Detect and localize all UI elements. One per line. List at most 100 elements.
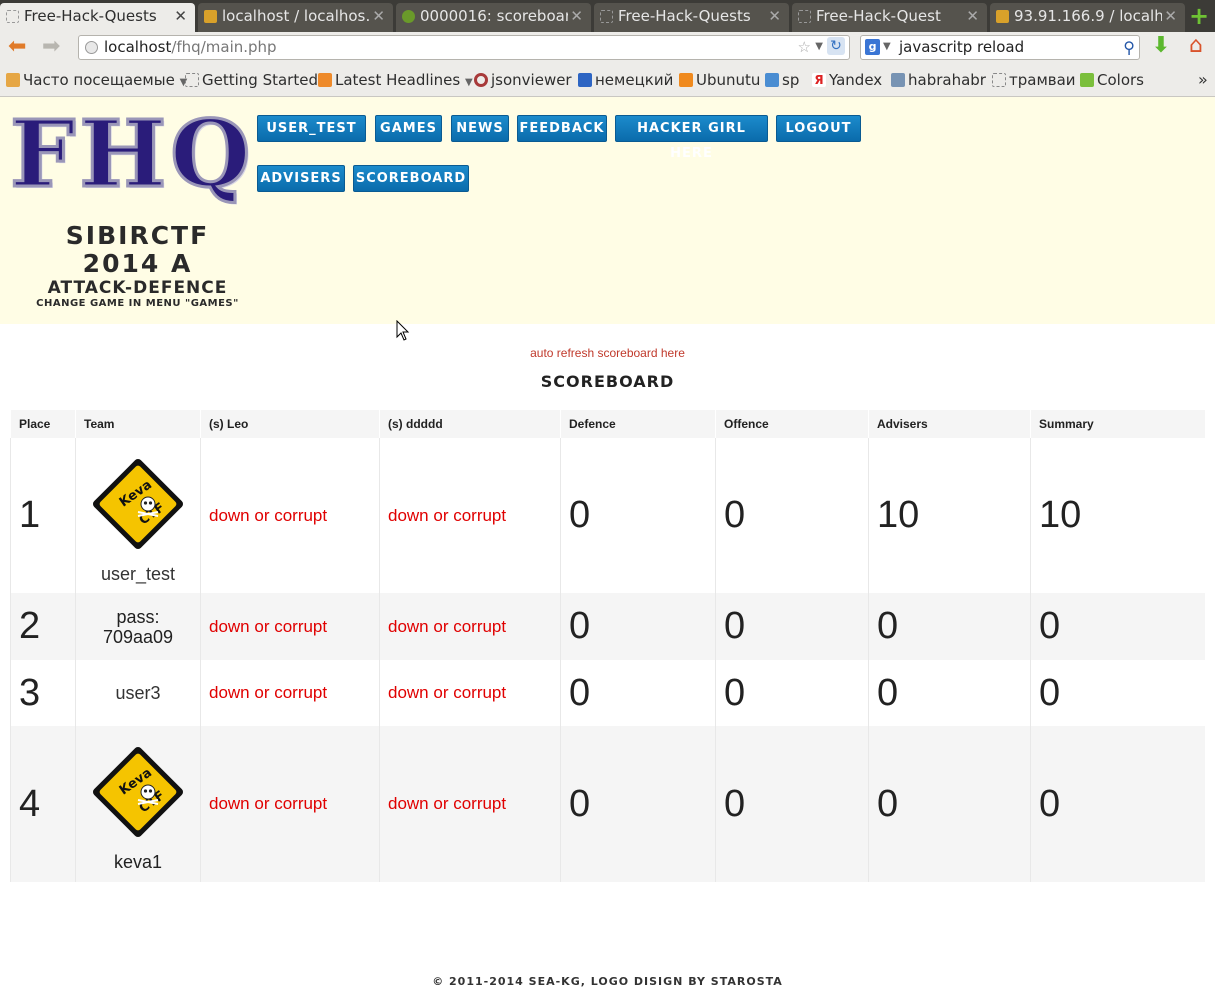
address-bar[interactable]: localhost/fhq/main.php ☆ ▼ ↻ xyxy=(78,35,850,60)
service-status-ddddd: down or corrupt xyxy=(379,660,561,726)
team-name: user_test xyxy=(100,563,176,584)
column-header-advisers: Advisers xyxy=(868,410,1031,438)
game-type: ATTACK-DEFENCE xyxy=(47,278,228,298)
place-cell: 2 xyxy=(10,593,76,660)
column-header-offence: Offence xyxy=(715,410,869,438)
column-header-team: Team xyxy=(75,410,201,438)
menu-button-games[interactable]: GAMES xyxy=(375,115,442,142)
menu-button-hacker-girl[interactable]: HACKER GIRL HERE xyxy=(615,115,768,161)
page-icon xyxy=(6,10,19,23)
menu-button-logout[interactable]: LOGOUT xyxy=(776,115,861,142)
close-icon[interactable]: ✕ xyxy=(966,3,979,29)
game-hint: CHANGE GAME IN MENU "GAMES" xyxy=(36,298,239,309)
search-icon[interactable]: ⚲ xyxy=(1123,37,1135,59)
summary-score: 0 xyxy=(1030,660,1205,726)
menu-button-feedback[interactable]: FEEDBACK xyxy=(517,115,607,142)
team-name: user3 xyxy=(115,683,161,703)
service-status-ddddd: down or corrupt xyxy=(379,438,561,593)
download-icon[interactable]: ⬇ xyxy=(1150,34,1172,58)
bookmark-label: Getting Started xyxy=(202,71,318,89)
team-cell: Keva CTF user_test xyxy=(75,438,201,593)
close-icon[interactable]: ✕ xyxy=(1164,3,1177,29)
bookmark-item[interactable]: habrahabr xyxy=(891,71,986,89)
defence-score: 0 xyxy=(560,726,716,882)
chevron-down-icon[interactable]: ▼ xyxy=(815,36,823,58)
page-icon xyxy=(185,73,199,87)
table-row: 3 user3 down or corrupt down or corrupt … xyxy=(10,660,1205,726)
logo-text: FHQ xyxy=(9,100,255,208)
phpmyadmin-icon xyxy=(996,10,1009,23)
current-game: SIBIRCTF 2014 A ATTACK-DEFENCE CHANGE GA… xyxy=(10,222,265,310)
tab-title: Free-Hack-Quests xyxy=(618,7,751,25)
menu-button-user[interactable]: USER_TEST xyxy=(257,115,366,142)
browser-tab[interactable]: 93.91.166.9 / localh… ✕ xyxy=(990,3,1185,32)
offence-score: 0 xyxy=(715,593,869,660)
home-icon[interactable]: ⌂ xyxy=(1184,34,1208,58)
defence-score: 0 xyxy=(560,660,716,726)
bookmark-item[interactable]: Colors xyxy=(1080,71,1144,89)
close-icon[interactable]: ✕ xyxy=(570,3,583,29)
team-cell: Keva CTF keva1 xyxy=(75,726,201,882)
bookmark-item[interactable]: немецкий xyxy=(578,71,673,89)
menu-button-news[interactable]: NEWS xyxy=(451,115,509,142)
page-icon xyxy=(992,73,1006,87)
search-input[interactable]: javascritp reload xyxy=(899,38,1024,56)
bookmark-star-icon[interactable]: ☆ xyxy=(798,36,811,58)
back-arrow-icon[interactable]: ⬅ xyxy=(8,35,26,59)
close-icon[interactable]: ✕ xyxy=(174,3,187,29)
advisers-score: 0 xyxy=(868,726,1031,882)
url-host: localhost xyxy=(104,38,172,56)
browser-tab[interactable]: Free-Hack-Quests ✕ xyxy=(594,3,789,32)
bookmark-item[interactable]: Часто посещаемые ▼ xyxy=(6,71,187,92)
bookmark-item[interactable]: sp xyxy=(765,71,799,89)
browser-tab[interactable]: 0000016: scoreboar… ✕ xyxy=(396,3,591,32)
reload-icon[interactable]: ↻ xyxy=(827,37,845,55)
menu-button-advisers[interactable]: ADVISERS xyxy=(257,165,345,192)
page-icon xyxy=(600,10,613,23)
bookmark-item[interactable]: Ubunutu xyxy=(679,71,760,89)
scoreboard-table: Place Team (s) Leo (s) ddddd Defence Off… xyxy=(10,410,1205,882)
bookmarks-bar: Часто посещаемые ▼ Getting Started Lates… xyxy=(0,63,1215,97)
colors-icon xyxy=(1080,73,1094,87)
chevron-down-icon[interactable]: ▼ xyxy=(883,36,891,58)
page-footer: © 2011-2014 SEA-KG, LOGO DISIGN BY STARO… xyxy=(432,975,783,988)
browser-tab[interactable]: localhost / localhos… ✕ xyxy=(198,3,393,32)
column-header-defence: Defence xyxy=(560,410,716,438)
google-icon[interactable]: g xyxy=(865,39,880,55)
bookmark-item[interactable]: Я Yandex xyxy=(812,71,882,89)
menu-button-scoreboard[interactable]: SCOREBOARD xyxy=(353,165,469,192)
defence-score: 0 xyxy=(560,438,716,593)
bookmark-item[interactable]: jsonviewer xyxy=(474,71,572,89)
table-header-row: Place Team (s) Leo (s) ddddd Defence Off… xyxy=(10,410,1205,438)
forward-arrow-icon[interactable]: ➡ xyxy=(42,35,60,59)
bookmark-label: habrahabr xyxy=(908,71,986,89)
advisers-score: 0 xyxy=(868,660,1031,726)
site-logo[interactable]: FHQ xyxy=(9,100,255,208)
close-icon[interactable]: ✕ xyxy=(768,3,781,29)
bookmark-label: Часто посещаемые xyxy=(23,71,175,89)
team-cell: pass: 709aa09 xyxy=(75,593,201,660)
bookmark-item[interactable]: Latest Headlines ▼ xyxy=(318,71,473,92)
auto-refresh-link[interactable]: auto refresh scoreboard here xyxy=(0,346,1215,360)
chevron-right-icon[interactable]: » xyxy=(1198,70,1208,89)
offence-score: 0 xyxy=(715,726,869,882)
search-bar[interactable]: g ▼ javascritp reload ⚲ xyxy=(860,35,1140,60)
offence-score: 0 xyxy=(715,660,869,726)
service-status-leo: down or corrupt xyxy=(200,593,380,660)
bookmark-item[interactable]: трамваи xyxy=(992,71,1076,89)
new-tab-icon[interactable]: + xyxy=(1187,4,1211,29)
yandex-icon: Я xyxy=(812,73,826,87)
column-header-ddddd: (s) ddddd xyxy=(379,410,561,438)
browser-tab[interactable]: Free-Hack-Quests ✕ xyxy=(0,3,195,32)
habr-icon xyxy=(891,73,905,87)
team-cell: user3 xyxy=(75,660,201,726)
browser-tab-bar: Free-Hack-Quests ✕ localhost / localhos…… xyxy=(0,0,1215,32)
bookmark-label: Colors xyxy=(1097,71,1144,89)
browser-tab[interactable]: Free-Hack-Quest ✕ xyxy=(792,3,987,32)
blogger-icon xyxy=(679,73,693,87)
bookmark-label: Latest Headlines xyxy=(335,71,461,89)
team-name: keva1 xyxy=(113,852,163,872)
bookmark-item[interactable]: Getting Started xyxy=(185,71,318,89)
page-icon xyxy=(798,10,811,23)
close-icon[interactable]: ✕ xyxy=(372,3,385,29)
